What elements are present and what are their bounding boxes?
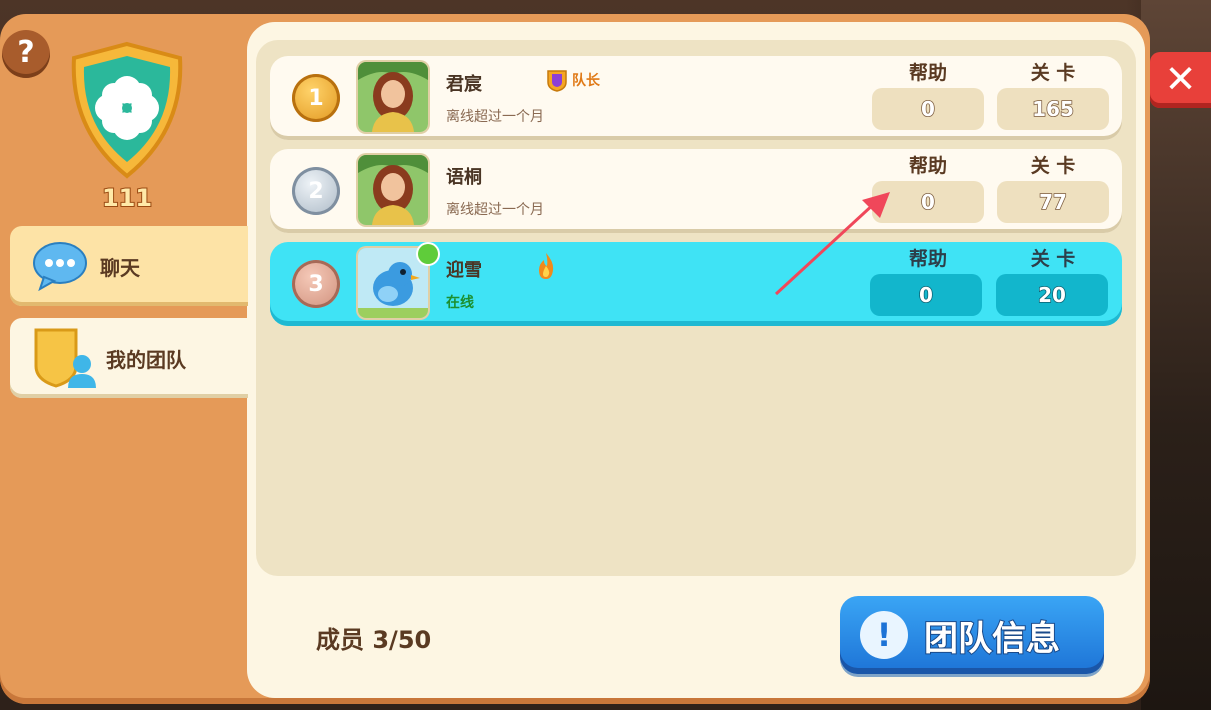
- avatar: [358, 248, 428, 318]
- rank-badge: 1: [292, 74, 340, 122]
- team-shield-icon: [34, 328, 96, 388]
- captain-tag: 队长: [546, 68, 600, 92]
- level-column-header: 关 卡: [1030, 62, 1076, 84]
- rank-badge: 2: [292, 167, 340, 215]
- tab-chat-label: 聊天: [100, 255, 140, 280]
- tab-my-team-label: 我的团队: [106, 347, 186, 372]
- help-column-header: 帮助: [908, 62, 947, 84]
- avatar: [358, 62, 428, 132]
- level-value: 165: [997, 88, 1109, 130]
- level-column-header: 关 卡: [1030, 155, 1076, 177]
- help-column-header: 帮助: [908, 248, 947, 270]
- help-column-header: 帮助: [908, 155, 947, 177]
- captain-label: 队长: [572, 73, 600, 89]
- pointer-arrow-icon: [774, 192, 890, 296]
- chat-bubble-icon: [33, 242, 87, 291]
- team-level: 111: [101, 183, 153, 213]
- member-row-3[interactable]: 3 迎雪 在线 帮助 关 卡 0 20: [270, 242, 1122, 326]
- tab-chat[interactable]: 聊天: [10, 226, 248, 306]
- member-name: 语桐: [446, 167, 482, 188]
- team-badge: [64, 40, 190, 180]
- help-count: 0: [872, 88, 984, 130]
- team-info-button[interactable]: ! 团队信息: [840, 596, 1104, 674]
- member-status: 在线: [446, 295, 474, 311]
- question-mark-icon: ?: [17, 35, 35, 70]
- close-x-icon: ✕: [1164, 57, 1197, 101]
- level-column-header: 关 卡: [1030, 248, 1076, 270]
- level-value: 77: [997, 181, 1109, 223]
- tab-my-team[interactable]: 我的团队: [10, 318, 248, 398]
- help-button[interactable]: ?: [2, 30, 50, 78]
- close-button[interactable]: ✕: [1150, 52, 1211, 108]
- member-name: 迎雪: [446, 260, 482, 281]
- member-name: 君宸: [446, 74, 482, 95]
- clover-shield-icon: [71, 41, 183, 179]
- online-indicator: [418, 244, 438, 264]
- level-value: 20: [996, 274, 1108, 316]
- team-info-label: 团队信息: [923, 618, 1061, 660]
- flame-icon: [536, 252, 556, 284]
- member-status: 离线超过一个月: [446, 109, 544, 125]
- avatar: [358, 155, 428, 225]
- member-row-2[interactable]: 2 语桐 离线超过一个月 帮助 关 卡 0 77: [270, 149, 1122, 233]
- member-status: 离线超过一个月: [446, 202, 544, 218]
- captain-shield-icon: [547, 70, 567, 92]
- member-row-1[interactable]: 1 君宸 队长 离线超过一个月 帮助 关 卡 0 165: [270, 56, 1122, 140]
- member-count: 成员 3/50: [316, 626, 432, 654]
- exclamation-icon: !: [860, 611, 908, 659]
- rank-badge: 3: [292, 260, 340, 308]
